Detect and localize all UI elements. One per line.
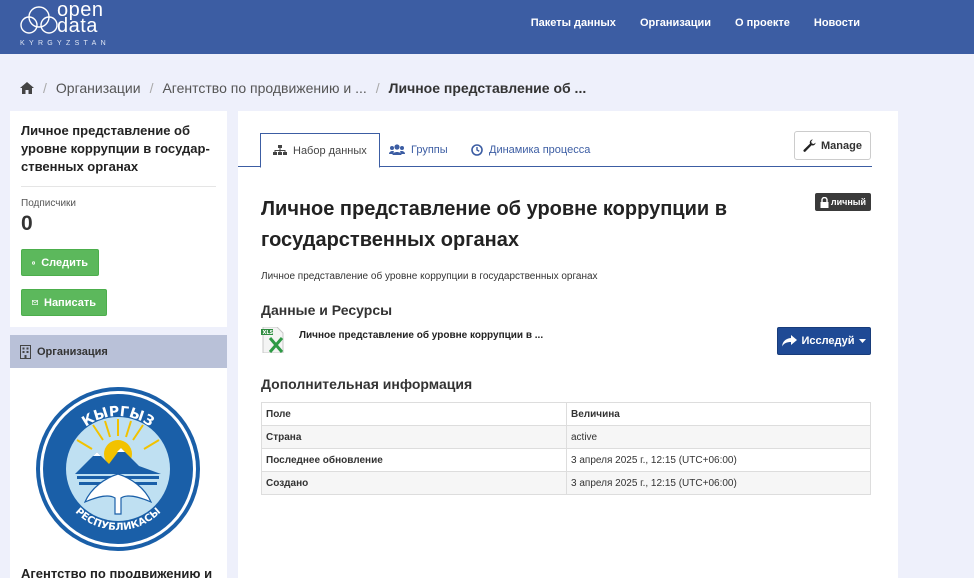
wrench-icon [803, 139, 816, 152]
share-arrow-icon [782, 335, 798, 347]
table-row: Страна active [261, 425, 871, 449]
breadcrumb-separator: / [149, 80, 154, 96]
value-cell: 3 апреля 2025 г., 12:15 (UTC+06:00) [566, 471, 871, 495]
masthead: open data KYRGYZSTAN Пакеты данных Орган… [0, 0, 974, 54]
caret-down-icon [858, 339, 866, 343]
field-cell: Страна [261, 425, 567, 449]
breadcrumb-separator: / [375, 80, 380, 96]
tab-activity-label: Динамика процесса [489, 144, 591, 156]
follow-button-label: Следить [41, 256, 88, 269]
follow-button[interactable]: Следить [21, 249, 99, 276]
resource-item[interactable]: XLS Личное представление об уровне корру… [261, 327, 543, 353]
nav-datasets[interactable]: Пакеты данных [531, 17, 616, 29]
plus-circle-icon [32, 260, 36, 265]
column-header-value: Величина [566, 402, 871, 426]
breadcrumb-agency[interactable]: Агентство по продвижению и ... [162, 80, 366, 96]
value-cell: 3 апреля 2025 г., 12:15 (UTC+06:00) [566, 448, 871, 472]
envelope-icon [32, 300, 38, 305]
lock-icon [820, 196, 829, 208]
cloud-logo-icon [20, 6, 58, 34]
write-button-label: Написать [44, 296, 96, 309]
organization-section-label: Организация [37, 345, 108, 358]
nav-organizations[interactable]: Организации [640, 17, 711, 29]
write-button[interactable]: Написать [21, 289, 107, 316]
additional-info-table: Поле Величина Страна active Последнее об… [261, 402, 871, 495]
manage-button-label: Manage [821, 139, 862, 152]
building-icon [20, 344, 31, 359]
organization-panel: КЫРГЫЗ РЕСПУБЛИКАСЫ Агентство по продвиж… [10, 368, 227, 578]
dataset-notes: Личное представление об уровне коррупции… [261, 271, 598, 282]
site-logo[interactable]: open data KYRGYZSTAN [20, 0, 130, 50]
main-nav: Пакеты данных Организации О проекте Ново… [531, 17, 860, 29]
breadcrumb-current[interactable]: Личное представление об ... [389, 80, 587, 96]
explore-button[interactable]: Исследуй [777, 327, 871, 355]
dataset-title: Личное представление об уровне коррупции… [261, 198, 728, 251]
resource-name[interactable]: Личное представление об уровне коррупции… [299, 330, 543, 341]
table-row: Создано 3 апреля 2025 г., 12:15 (UTC+06:… [261, 471, 871, 495]
home-icon[interactable] [20, 82, 34, 94]
value-cell: active [566, 425, 871, 449]
followers-count: 0 [21, 212, 33, 235]
table-header-row: Поле Величина [261, 402, 871, 426]
breadcrumb: / Организации / Агентство по продвижению… [20, 80, 586, 96]
tab-dataset[interactable]: Набор данных [260, 133, 380, 168]
clock-icon [471, 144, 483, 156]
tab-dataset-label: Набор данных [293, 144, 367, 157]
additional-info-heading: Дополнительная информация [261, 376, 473, 392]
nav-about[interactable]: О проекте [735, 17, 790, 29]
private-badge-label: личный [830, 197, 866, 207]
resources-heading: Данные и Ресурсы [261, 302, 393, 318]
main-content: Набор данных Группы Динамика процесса Ma… [238, 111, 898, 578]
logo-text-data: data [57, 15, 98, 37]
kyrgyz-emblem-icon[interactable]: КЫРГЫЗ РЕСПУБЛИКАСЫ [35, 386, 201, 552]
breadcrumb-organizations[interactable]: Организации [56, 80, 141, 96]
users-icon [389, 144, 405, 155]
private-badge: личный [814, 193, 871, 211]
followers-label: Подписчики [21, 198, 77, 209]
organization-section-header: Организация [10, 335, 227, 368]
field-cell: Последнее обновление [261, 448, 567, 472]
sidebar-dataset-title: Личное представление об уровне коррупции… [21, 123, 210, 174]
divider [21, 186, 216, 187]
tab-groups-label: Группы [411, 144, 448, 156]
manage-button[interactable]: Manage [794, 131, 871, 160]
dataset-info-panel: Личное представление об уровне коррупции… [10, 111, 227, 327]
svg-text:XLS: XLS [263, 330, 274, 336]
organization-name[interactable]: Агентство по продвижению и [21, 566, 212, 578]
breadcrumb-separator: / [43, 80, 47, 96]
logo-subtitle: KYRGYZSTAN [20, 40, 110, 47]
tab-activity[interactable]: Динамика процесса [471, 133, 590, 167]
field-cell: Создано [261, 471, 567, 495]
tab-groups[interactable]: Группы [389, 133, 448, 167]
explore-button-label: Исследуй [801, 335, 855, 347]
sitemap-icon [273, 145, 287, 155]
table-row: Последнее обновление 3 апреля 2025 г., 1… [261, 448, 871, 472]
nav-news[interactable]: Новости [814, 17, 860, 29]
xls-file-icon: XLS [261, 327, 284, 353]
column-header-field: Поле [261, 402, 567, 426]
dataset-tabs: Набор данных Группы Динамика процесса [238, 133, 872, 168]
